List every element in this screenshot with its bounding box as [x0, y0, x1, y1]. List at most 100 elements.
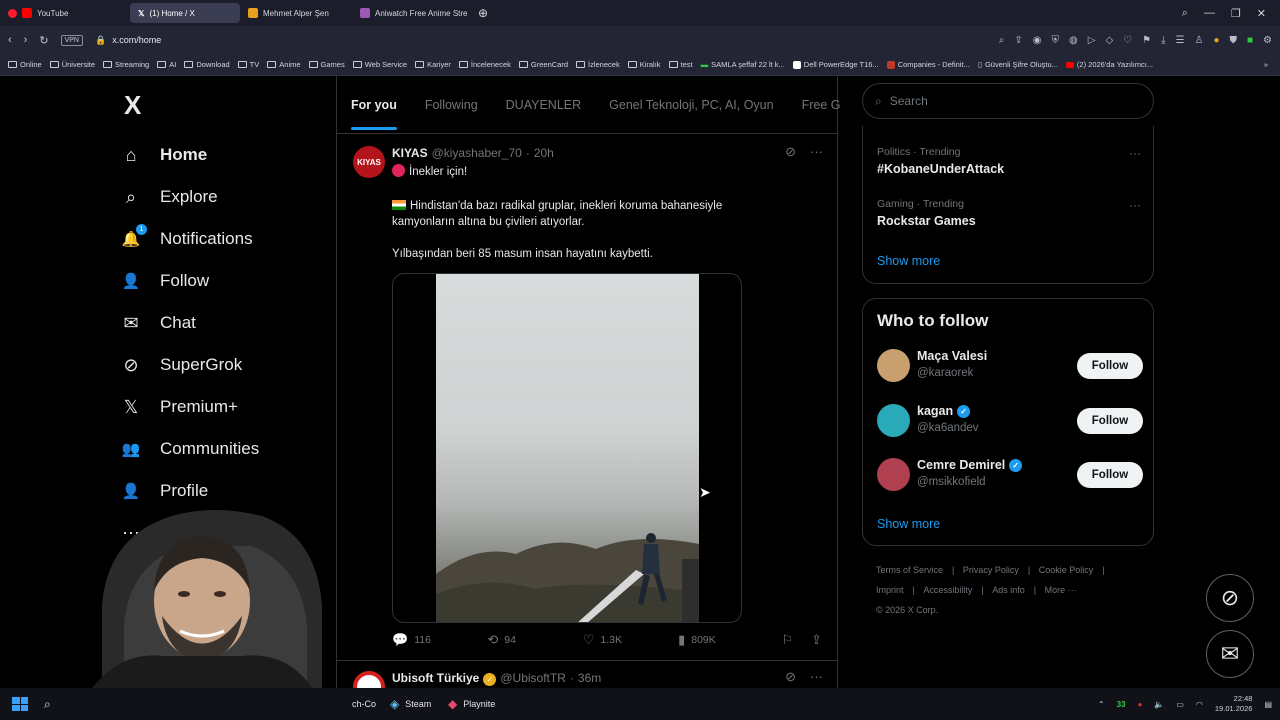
gem-icon[interactable]: ◇: [1105, 35, 1113, 46]
tab-genel-teknoloji[interactable]: Genel Teknoloji, PC, AI, Oyun: [609, 98, 773, 112]
minimize-icon[interactable]: —: [1204, 7, 1215, 19]
volume-icon[interactable]: 🔈: [1154, 700, 1164, 709]
sidebar-item-home[interactable]: ⌂ Home: [120, 134, 259, 176]
vpn-badge[interactable]: VPN: [60, 34, 83, 46]
extensions-icon[interactable]: ⚙: [1263, 35, 1272, 46]
sidebar-item-explore[interactable]: ⌕ Explore: [120, 176, 259, 218]
forward-icon[interactable]: ›: [24, 34, 28, 46]
zoom-icon[interactable]: ⌕: [999, 35, 1005, 46]
author-handle[interactable]: @UbisoftTR: [500, 671, 566, 685]
suggested-user[interactable]: Maça Valesi @karaorek Follow: [877, 349, 1143, 385]
tracker-icon[interactable]: ◍: [1069, 35, 1078, 46]
tweet[interactable]: KIYAS KIYAS @kiyashaber_70 · 20h ⊘ ··· İ…: [337, 136, 837, 647]
bookmark-folder[interactable]: Üniversite: [49, 60, 95, 69]
suggested-user[interactable]: Cemre Demirel ✓ @msikkofield Follow: [877, 458, 1143, 494]
opera-icon[interactable]: [8, 8, 17, 18]
bookmark-link[interactable]: Dell PowerEdge T16...: [792, 60, 879, 69]
browser-tab-youtube[interactable]: YouTube: [0, 3, 130, 23]
search-tabs-icon[interactable]: ⌕: [1182, 7, 1188, 20]
avatar[interactable]: [877, 458, 910, 491]
grok-fab-button[interactable]: ⊘: [1206, 574, 1254, 622]
avatar[interactable]: [877, 404, 910, 437]
clock[interactable]: 22:48 19.01.2026: [1215, 694, 1253, 714]
sidebar-item-notifications[interactable]: 🔔 1 Notifications: [120, 218, 259, 260]
author-name[interactable]: Ubisoft Türkiye: [392, 671, 479, 685]
bookmark-button[interactable]: ⚐: [781, 632, 793, 648]
avatar[interactable]: [877, 349, 910, 382]
follow-button[interactable]: Follow: [1077, 462, 1143, 488]
bookmark-link[interactable]: ▬ SAMLA şeffaf 22 lt k...: [701, 60, 785, 69]
bookmark-folder[interactable]: TV: [237, 60, 259, 69]
chevron-up-icon[interactable]: ⌃: [1098, 700, 1105, 709]
footer-link[interactable]: More ···: [1045, 585, 1077, 595]
footer-link[interactable]: Ads info: [992, 585, 1025, 595]
new-tab-button[interactable]: ⊕: [470, 3, 496, 23]
bookmark-folder[interactable]: GreenCard: [518, 60, 568, 69]
bookmark-folder[interactable]: Anime: [267, 60, 301, 69]
bookmark-folder[interactable]: Games: [308, 60, 345, 69]
trend-item[interactable]: Politics · Trending #KobaneUnderAttack ·…: [877, 146, 1141, 176]
grok-icon[interactable]: ⊘: [785, 144, 796, 160]
extension-green-icon[interactable]: ■: [1247, 35, 1253, 46]
heart-icon[interactable]: ♡: [1123, 35, 1132, 46]
browser-tab-mehmet[interactable]: Mehmet Alper Şen: [240, 3, 352, 23]
taskbar-app-playnite[interactable]: ◆ Playnite: [448, 688, 495, 720]
close-icon[interactable]: ✕: [1257, 7, 1266, 20]
notification-center-icon[interactable]: ▤: [1264, 700, 1272, 709]
shield-icon[interactable]: ⛨: [1052, 35, 1060, 46]
tweet-video[interactable]: [392, 273, 742, 623]
taskbar-app-steam[interactable]: ◈ Steam: [390, 688, 431, 720]
download-icon[interactable]: ⤓: [1161, 35, 1165, 46]
footer-link[interactable]: Terms of Service: [876, 565, 943, 575]
tab-following[interactable]: Following: [425, 98, 478, 112]
author-handle[interactable]: @kiyashaber_70: [432, 146, 522, 160]
more-icon[interactable]: ···: [1129, 146, 1141, 160]
browser-tab-aniwatch[interactable]: Aniwatch Free Anime Stre: [352, 3, 470, 23]
tweet-time[interactable]: 20h: [534, 146, 554, 160]
footer-link[interactable]: Privacy Policy: [963, 565, 1019, 575]
follow-button[interactable]: Follow: [1077, 408, 1143, 434]
sidebar-item-communities[interactable]: 👥 Communities: [120, 428, 260, 470]
tab-for-you[interactable]: For you: [351, 98, 397, 130]
share-button[interactable]: ⇪: [811, 632, 822, 648]
footer-link[interactable]: Accessibility: [923, 585, 972, 595]
x-logo[interactable]: X: [124, 90, 141, 121]
bookmark-folder[interactable]: İzlenecek: [576, 60, 620, 69]
grok-icon[interactable]: ⊘: [785, 669, 796, 685]
views-button[interactable]: ▮ 809K: [678, 632, 773, 648]
bookmark-link[interactable]: (2) 2026'da Yazılımcı...: [1065, 60, 1153, 69]
record-icon[interactable]: ●: [1138, 700, 1143, 709]
sidebar-item-supergrok[interactable]: ⊘ SuperGrok: [120, 344, 259, 386]
network-icon[interactable]: ▭: [1176, 700, 1184, 709]
avatar[interactable]: [353, 671, 385, 688]
share-icon[interactable]: ⇪: [1014, 35, 1022, 46]
messages-fab-button[interactable]: ✉: [1206, 630, 1254, 678]
play-icon[interactable]: ▷: [1088, 35, 1096, 46]
menu-icon[interactable]: ☰: [1176, 35, 1185, 46]
tray-count[interactable]: 33: [1117, 700, 1126, 709]
windows-start-icon[interactable]: [12, 697, 28, 711]
bookmark-folder[interactable]: Kiralık: [627, 60, 661, 69]
author-name[interactable]: KIYAS: [392, 146, 428, 160]
sidebar-item-follow[interactable]: 👤 Follow: [120, 260, 259, 302]
bookmark-folder[interactable]: Web Service: [352, 60, 407, 69]
suggested-user[interactable]: kagan ✓ @ka6andev Follow: [877, 404, 1143, 440]
follow-button[interactable]: Follow: [1077, 353, 1143, 379]
show-more-link[interactable]: Show more: [877, 517, 940, 531]
bookmark-folder[interactable]: AI: [157, 60, 176, 69]
sidebar-item-premium[interactable]: 𝕏 Premium+: [120, 386, 259, 428]
camera-icon[interactable]: ◉: [1033, 35, 1042, 46]
taskbar-app-partial[interactable]: ch-Co: [352, 688, 376, 720]
sidebar-item-chat[interactable]: ✉ Chat: [120, 302, 259, 344]
bookmark-link[interactable]: ▯ Güvenli Şifre Oluştu...: [978, 60, 1058, 69]
more-icon[interactable]: ···: [810, 669, 823, 685]
tab-duayenler[interactable]: DUAYENLER: [506, 98, 581, 112]
reply-button[interactable]: 💬 116: [392, 632, 487, 648]
footer-link[interactable]: Imprint: [876, 585, 904, 595]
bookmark-folder[interactable]: Download: [184, 60, 230, 69]
repost-button[interactable]: ⟲ 94: [487, 632, 582, 648]
search-input[interactable]: ⌕ Search: [862, 83, 1154, 119]
more-icon[interactable]: ···: [810, 144, 823, 160]
show-more-link[interactable]: Show more: [877, 254, 940, 268]
extension-shield-icon[interactable]: ⛊: [1229, 35, 1237, 46]
